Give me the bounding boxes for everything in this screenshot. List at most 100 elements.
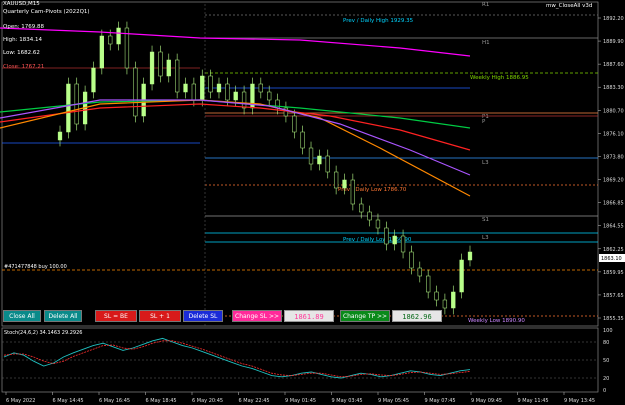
level-label: Prev / Daily Low 1786.70 [338, 187, 407, 193]
stoch-tick-label: 0 [603, 388, 606, 394]
candle-body [175, 59, 180, 93]
price-tick-label: 1869.20 [603, 178, 624, 184]
time-tick-label: 9 May 05:45 [378, 398, 409, 404]
symbol-label: XAUUSD,M15 [3, 1, 40, 7]
price-tick-label: 1859.95 [603, 270, 624, 276]
candle-body [208, 75, 213, 93]
stoch-tick-label: 20 [603, 376, 609, 382]
candle-body [225, 83, 230, 101]
candle-body [459, 259, 464, 293]
candle-body [317, 155, 322, 165]
sl-be-button[interactable]: SL = BE [95, 310, 137, 322]
candle-body [99, 35, 104, 69]
candle-body [367, 211, 372, 221]
change-tp-button[interactable]: Change TP >> [340, 310, 390, 322]
time-tick-label: 6 May 20:45 [192, 398, 223, 404]
candle-body [467, 251, 473, 261]
info-low: Low: 1682.62 [3, 50, 40, 56]
info-open: Open: 1769.88 [3, 24, 45, 30]
candle-body [451, 291, 456, 309]
price-tick-label: 1892.20 [603, 16, 624, 22]
candle-body [158, 51, 163, 77]
time-tick-label: 9 May 07:45 [425, 398, 456, 404]
order-label: #471477848 buy 100.00 [4, 264, 67, 270]
candle-body [434, 291, 439, 301]
candle-body [233, 91, 238, 101]
candle-body [409, 251, 414, 269]
stoch-main-line [3, 337, 471, 379]
delete-sl-button[interactable]: Delete SL [183, 310, 223, 322]
time-tick-label: 9 May 13:45 [564, 398, 595, 404]
expert-label: mw_CloseAll v3d [546, 3, 593, 9]
candle-body [133, 67, 138, 117]
stoch-tick-label: 80 [603, 340, 609, 346]
price-tick-label: 1857.65 [603, 293, 624, 299]
sl-plus-button[interactable]: SL + 1 [139, 310, 181, 322]
time-tick-label: 6 May 16:45 [99, 398, 130, 404]
level-label: Weekly Low 1890.90 [468, 318, 525, 324]
level-label: L3 [482, 235, 489, 241]
info-close: Close: 1767.21 [3, 64, 45, 70]
price-tick-label: 1873.80 [603, 154, 624, 160]
tp-value-field[interactable]: 1862.96 [392, 310, 442, 322]
time-tick-label: 9 May 03:45 [332, 398, 363, 404]
level-label: Prev / Daily High 1929.35 [343, 18, 414, 24]
price-tick-label: 1876.10 [603, 131, 624, 137]
candle-body [183, 83, 188, 93]
level-label: Weekly High 1886.95 [470, 75, 529, 81]
price-tick-label: 1864.55 [603, 224, 624, 230]
close-all-button[interactable]: Close All [3, 310, 41, 322]
price-tick-label: 1855.35 [603, 316, 624, 322]
candle-body [66, 83, 71, 133]
candle-body [392, 235, 397, 245]
moving-average-line [0, 27, 471, 57]
candle-body [149, 51, 155, 85]
candle-body [166, 59, 171, 77]
current-price-label: 1863.10 [601, 256, 622, 262]
candle-body [292, 115, 297, 133]
candle-body [241, 91, 247, 109]
candle-body [426, 275, 431, 293]
candle-body [442, 299, 448, 309]
stoch-tick-label: 50 [603, 358, 609, 364]
candle-body [325, 155, 330, 173]
stoch-signal-line [3, 340, 471, 378]
stoch-label: Stoch(24,6,2) 34.1463 29.2926 [4, 330, 82, 336]
candle-body [267, 91, 272, 101]
candle-body [216, 83, 222, 93]
info-high: High: 1834.14 [3, 37, 42, 43]
price-tick-label: 1889.90 [603, 39, 624, 45]
price-tick-label: 1887.60 [603, 62, 624, 68]
candle-body [91, 67, 96, 93]
candle-body [350, 179, 355, 205]
change-sl-button[interactable]: Change SL >> [232, 310, 282, 322]
level-label: H1 [482, 40, 490, 46]
candle-body [200, 75, 205, 101]
time-tick-label: 6 May 14:45 [53, 398, 84, 404]
level-label: S1 [482, 217, 489, 223]
price-tick-label: 1862.25 [603, 247, 624, 253]
delete-all-button[interactable]: Delete All [44, 310, 82, 322]
candle-body [400, 235, 406, 253]
candle-body [116, 27, 121, 45]
candle-body [191, 83, 197, 101]
time-tick-label: 9 May 09:45 [471, 398, 502, 404]
info-title: Quarterly Cam-Pivots (2022Q1) [3, 9, 90, 15]
candle-body [258, 83, 263, 93]
main-chart-frame [1, 1, 599, 327]
sl-value-field[interactable]: 1861.89 [284, 310, 334, 322]
candle-body [375, 219, 381, 229]
candle-body [57, 131, 63, 141]
time-tick-label: 6 May 2022 [6, 398, 35, 404]
candle-body [384, 227, 389, 245]
candle-body [300, 131, 305, 149]
candle-body [333, 171, 339, 189]
time-tick-label: 9 May 11:45 [518, 398, 549, 404]
candle-body [108, 35, 113, 45]
price-tick-label: 1866.85 [603, 201, 624, 207]
level-label-r1: R1 [482, 2, 489, 8]
candle-body [417, 267, 422, 277]
candle-body [342, 179, 347, 189]
candle-body [359, 203, 364, 213]
candle-body [308, 147, 314, 165]
